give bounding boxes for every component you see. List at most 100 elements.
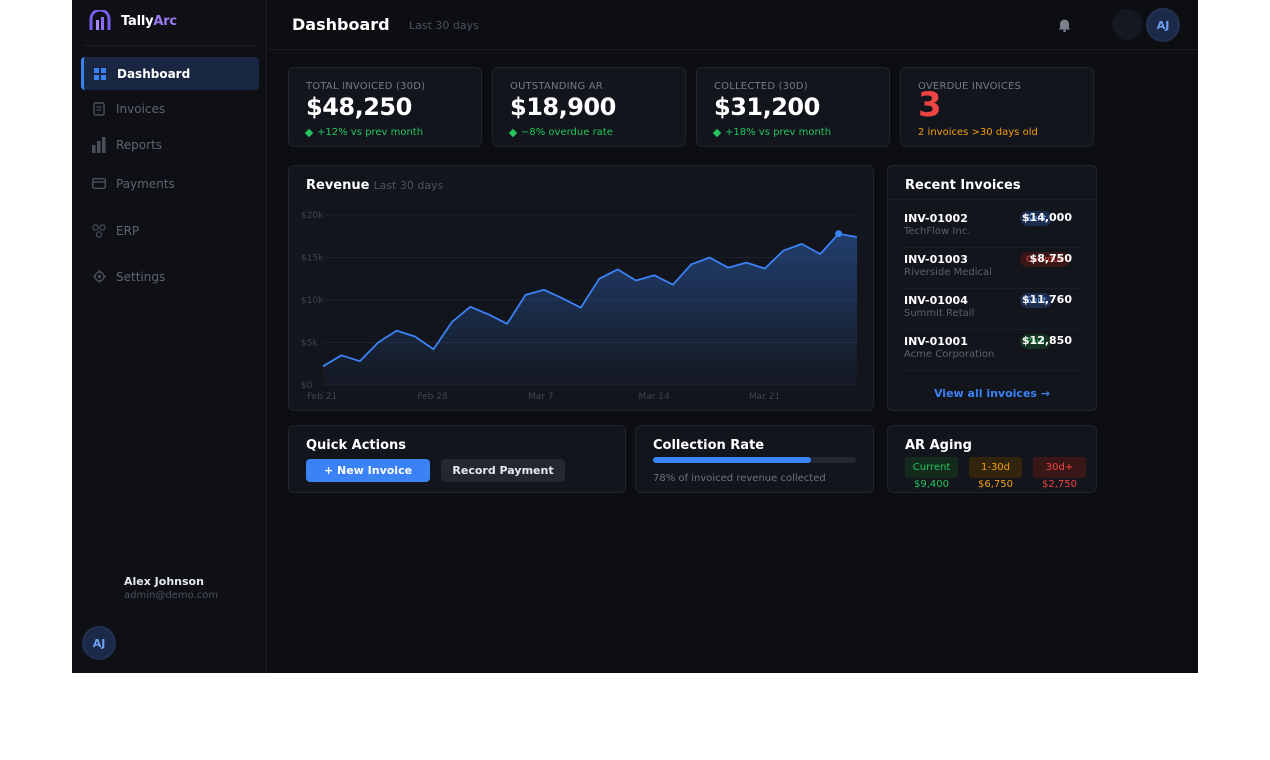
kpi-label: TOTAL INVOICED (30D) [306, 81, 426, 92]
sidebar-item-label: Invoices [116, 101, 166, 116]
header-avatar[interactable]: AJ [1146, 8, 1180, 42]
x-tick-label: Feb 21 [307, 392, 337, 402]
kpi-card-outstanding-ar[interactable]: OUTSTANDING AR $18,900 −8% overdue rate [492, 67, 686, 147]
kpi-label: COLLECTED (30D) [714, 81, 808, 92]
quick-actions-title: Quick Actions [306, 438, 407, 453]
invoice-amount: $8,750 [1029, 252, 1072, 265]
nodes-icon [92, 223, 106, 238]
user-name: Alex Johnson [124, 575, 204, 588]
kpi-delta: −8% overdue rate [508, 127, 613, 138]
invoice-client: Acme Corporation [904, 349, 995, 360]
kpi-card-overdue[interactable]: OVERDUE INVOICES 3 2 invoices >30 days o… [900, 67, 1094, 147]
collection-rate-card: Collection Rate 78% of invoiced revenue … [635, 425, 874, 493]
sidebar-item-invoices[interactable]: Invoices [81, 92, 259, 125]
kpi-delta: 2 invoices >30 days old [918, 127, 1038, 138]
sidebar-avatar[interactable]: AJ [82, 626, 116, 660]
y-tick-label: $0 [301, 381, 313, 391]
kpi-card-total-invoiced[interactable]: TOTAL INVOICED (30D) $48,250 +12% vs pre… [288, 67, 482, 147]
document-icon [92, 101, 106, 116]
x-tick-label: Mar 7 [528, 392, 554, 402]
kpi-value: $31,200 [714, 93, 820, 121]
y-tick-label: $5k [301, 339, 318, 349]
kpi-delta-text: +12% vs prev month [317, 127, 424, 138]
invoice-client: TechFlow Inc. [904, 226, 971, 237]
card-divider [888, 199, 1096, 200]
invoice-id: INV-01001 [904, 335, 968, 348]
kpi-value: $18,900 [510, 93, 616, 121]
kpi-value: 3 [918, 85, 942, 125]
ar-aging-title: AR Aging [905, 438, 972, 453]
sidebar-item-payments[interactable]: Payments [81, 167, 259, 200]
revenue-chart-card: Revenue Last 30 days $0 $5k $10k $15k $20k Fe… [288, 165, 874, 411]
invoice-id: INV-01003 [904, 253, 968, 266]
credit-card-icon [92, 177, 106, 191]
revenue-chart[interactable]: $0 $5k $10k $15k $20k Feb 21 Feb 28 Mar 7 Mar 1… [289, 166, 875, 412]
gear-icon [92, 270, 106, 284]
recent-invoices-card: Recent Invoices INV-01002 TechFlow Inc. Se… [887, 165, 1097, 411]
user-email: admin@demo.com [124, 590, 219, 601]
collection-rate-title: Collection Rate [653, 438, 765, 453]
view-all-invoices-link[interactable]: View all invoices → [888, 387, 1096, 400]
record-payment-button[interactable]: Record Payment [441, 459, 565, 482]
sidebar-item-label: Reports [116, 137, 163, 152]
aging-amount-1-30d: $6,750 [978, 479, 1013, 490]
up-diamond-icon [712, 128, 722, 137]
up-diamond-icon [304, 128, 314, 137]
brand-name: TallyArc [121, 14, 177, 29]
page-subtitle: Last 30 days [409, 19, 479, 32]
collection-rate-text: 78% of invoiced revenue collected [653, 473, 826, 484]
kpi-delta-text: −8% overdue rate [521, 127, 613, 138]
brand-logo[interactable]: TallyArc [88, 9, 177, 33]
aging-bucket-1-30d[interactable]: 1-30d [969, 457, 1022, 478]
y-tick-label: $20k [301, 211, 324, 221]
brand-name-main: Tally [121, 13, 154, 29]
kpi-value: $48,250 [306, 93, 412, 121]
app-window: TallyArc Dashboard Invoices Reports Paym… [72, 0, 1198, 673]
collection-progress-bar [653, 457, 856, 463]
theme-toggle-button[interactable] [1112, 9, 1143, 40]
sidebar-item-label: Payments [116, 176, 175, 191]
sidebar-item-settings[interactable]: Settings [81, 260, 259, 293]
brand-name-accent: Arc [153, 13, 177, 29]
y-tick-label: $15k [301, 254, 324, 264]
x-tick-label: Mar 14 [638, 392, 670, 402]
aging-bucket-current[interactable]: Current [905, 457, 958, 478]
invoice-amount: $11,760 [1021, 293, 1072, 306]
invoice-row[interactable]: INV-01004 Summit Retail Sent $11,760 [904, 289, 1082, 330]
aging-amount-30d-plus: $2,750 [1042, 479, 1077, 490]
aging-amount-current: $9,400 [914, 479, 949, 490]
invoice-row[interactable]: INV-01002 TechFlow Inc. Sent $14,000 [904, 207, 1082, 248]
x-tick-label: Mar 21 [749, 392, 780, 402]
sidebar: TallyArc Dashboard Invoices Reports Paym… [72, 0, 267, 673]
kpi-delta-text: +18% vs prev month [725, 127, 832, 138]
kpi-card-collected[interactable]: COLLECTED (30D) $31,200 +18% vs prev mon… [696, 67, 890, 147]
logo-mark-icon [89, 10, 111, 30]
new-invoice-button[interactable]: + New Invoice [306, 459, 430, 482]
invoice-row[interactable]: INV-01003 Riverside Medical Overdue $8,750 [904, 248, 1082, 289]
x-tick-label: Feb 28 [417, 392, 448, 402]
sidebar-item-label: Settings [116, 269, 166, 284]
grid-icon [93, 67, 107, 81]
invoice-client: Summit Retail [904, 308, 975, 319]
sidebar-item-label: Dashboard [117, 66, 191, 81]
bell-icon[interactable] [1058, 17, 1071, 36]
bar-chart-icon [92, 136, 106, 153]
invoice-row[interactable]: INV-01001 Acme Corporation Paid $12,850 [904, 330, 1082, 371]
sidebar-item-reports[interactable]: Reports [81, 128, 259, 161]
invoice-amount: $14,000 [1021, 211, 1072, 224]
invoice-id: INV-01004 [904, 294, 968, 307]
aging-bucket-30d-plus[interactable]: 30d+ [1033, 457, 1086, 478]
page-title: Dashboard [292, 15, 390, 34]
kpi-label: OUTSTANDING AR [510, 81, 603, 92]
sidebar-item-dashboard[interactable]: Dashboard [81, 57, 259, 90]
revenue-point[interactable] [835, 230, 843, 238]
recent-invoices-title: Recent Invoices [905, 178, 1021, 193]
invoice-client: Riverside Medical [904, 267, 992, 278]
sidebar-item-erp[interactable]: ERP [81, 214, 259, 247]
kpi-delta: +18% vs prev month [712, 127, 832, 138]
y-tick-label: $10k [301, 296, 324, 306]
quick-actions-card: Quick Actions + New Invoice Record Payme… [288, 425, 626, 493]
up-diamond-icon [508, 128, 518, 137]
ar-aging-card: AR Aging Current $9,400 1-30d $6,750 30d… [887, 425, 1097, 493]
invoice-id: INV-01002 [904, 212, 968, 225]
